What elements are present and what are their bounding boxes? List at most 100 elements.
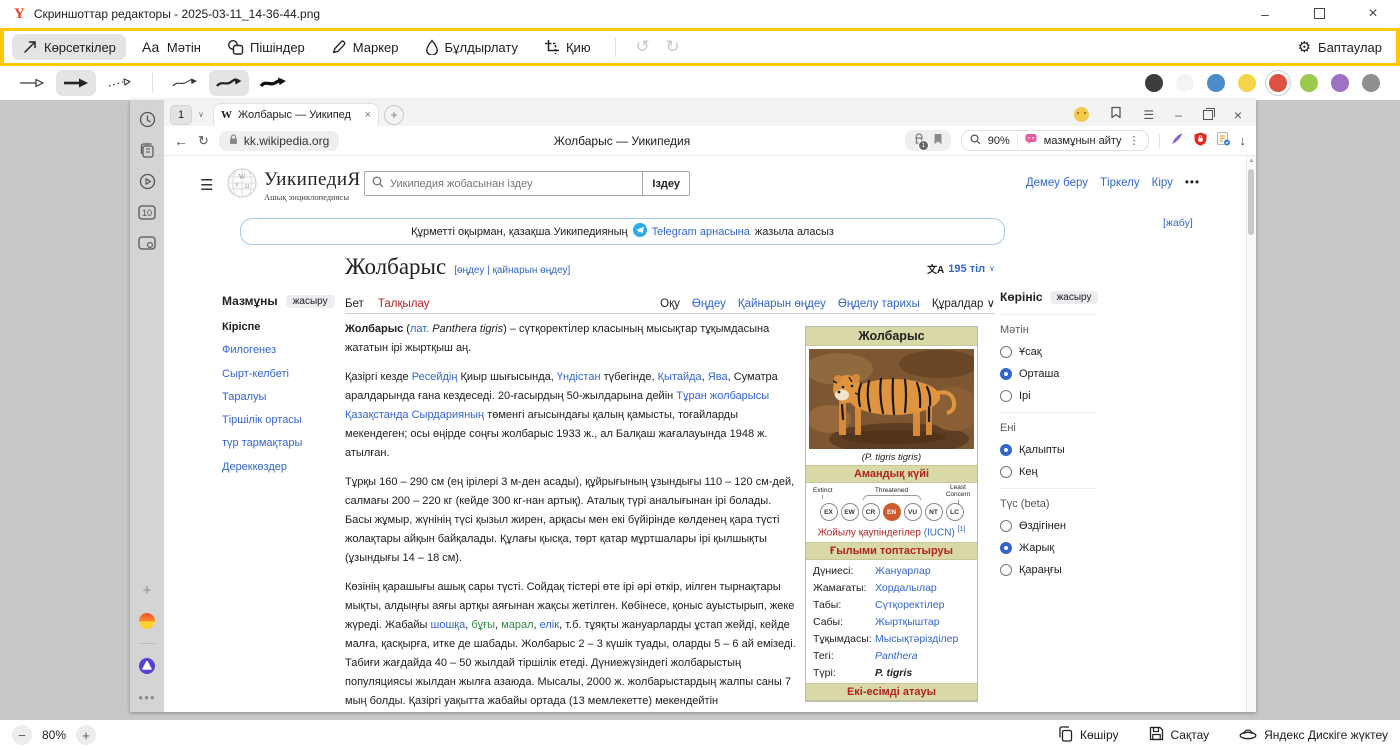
color-swatch-6[interactable] (1300, 74, 1318, 92)
arrow-style-sketch-thin[interactable] (165, 70, 205, 96)
editor-canvas[interactable]: 10 + ●●● 1 ∨ W Жолбарыс — Уикипед × (0, 100, 1400, 720)
browser-zoom-level: 90% (988, 135, 1010, 147)
status-ew: EW (841, 503, 859, 521)
radio-selected (1000, 368, 1012, 380)
notification-badge: 1 (918, 140, 929, 151)
zoom-out-button[interactable]: − (12, 725, 32, 745)
minimize-button[interactable]: – (1252, 6, 1278, 22)
taxonomy-label: Табы: (813, 599, 875, 611)
site-permissions-icon: 1 (913, 133, 925, 148)
color-swatch-4[interactable] (1238, 74, 1256, 92)
tool-crop-button[interactable]: Қию (534, 34, 601, 60)
browser-window-controls: ☰ – × (1074, 106, 1250, 124)
page-tools-pill: 90% мазмұнын айту ⋮ (961, 130, 1149, 151)
tool-label: Бұлдырлату (445, 40, 518, 55)
color-swatch-5[interactable] (1269, 74, 1287, 92)
color-swatch-1[interactable] (1145, 74, 1163, 92)
taxonomy-label: Тұқымдасы: (813, 633, 875, 645)
save-icon (1149, 726, 1164, 744)
article-title-block: Жолбарыс [өңдеу | қайнарын өңдеу] 文A 195… (345, 254, 995, 280)
protect-shield-icon (1194, 132, 1207, 149)
taxonomy-value: Жыртқыштар (875, 616, 970, 628)
zoom-in-button[interactable]: + (76, 725, 96, 745)
yandex-logo-icon: Y (14, 6, 25, 23)
copy-button[interactable]: Көшіру (1058, 726, 1119, 745)
browser-window: 1 ∨ W Жолбарыс — Уикипед × + ☰ – × (164, 100, 1256, 712)
tool-arrow-button[interactable]: Көрсеткілер (12, 34, 126, 60)
tool-shapes-button[interactable]: Пішіндер (217, 34, 315, 60)
screenshot-image[interactable]: 10 + ●●● 1 ∨ W Жолбарыс — Уикипед × (130, 100, 1256, 712)
appearance-panel: Көрініс жасыру МәтінҰсақОрташаІріЕніҚалы… (1000, 290, 1096, 586)
text-icon: Аа (142, 40, 161, 55)
appearance-option: Өздігінен (1000, 520, 1096, 532)
register-link: Тіркелу (1100, 177, 1140, 189)
browser-menu-icon: ☰ (1143, 108, 1154, 122)
appearance-section-label: Мәтін (1000, 314, 1096, 336)
color-swatch-2[interactable] (1176, 74, 1194, 92)
telegram-icon (633, 223, 647, 240)
disk-button[interactable]: Яндекс Дискіге жүктеу (1239, 726, 1388, 744)
zoom-search-icon (970, 134, 981, 148)
toc-item: Кіріспе (222, 320, 340, 334)
browser-restore-icon (1203, 110, 1213, 120)
undo-button[interactable]: ↺ (630, 37, 656, 57)
wikipedia-globe-logo: WУΩ (226, 166, 258, 205)
video-icon (138, 172, 156, 190)
settings-button[interactable]: ⚙ Баптаулар (1298, 38, 1388, 56)
new-tab-button: + (384, 105, 404, 125)
scroll-up-icon: ▲ (1247, 158, 1256, 164)
collections-icon (138, 141, 156, 159)
color-swatch-7[interactable] (1331, 74, 1349, 92)
toc-item: Дереккөздер (222, 460, 340, 474)
download-icon: ↓ (1240, 133, 1247, 148)
article-tabs-right: ОқуӨңдеуҚайнарын өңдеуӨңделу тарихыҚұрал… (660, 296, 995, 310)
tool-text-button[interactable]: АаМәтін (132, 34, 211, 60)
appearance-option: Ірі (1000, 390, 1096, 402)
arrow-style-sketch-bold[interactable] (253, 70, 293, 96)
tool-blur-button[interactable]: Бұлдырлату (415, 34, 528, 60)
article-paragraph: Жолбарыс (лат. Panthera tigris) – сүтқор… (345, 320, 801, 358)
toolbar-divider (152, 73, 153, 93)
article-tab-right-4: Құралдар ∨ (932, 296, 995, 310)
marker-icon (331, 39, 347, 55)
wiki-search-button: Іздеу (642, 172, 689, 195)
sketch-bold-arrow-icon (259, 76, 287, 90)
taxonomy-table: Дүниесі:ЖануарларЖамағаты:ХордалыларТабы… (806, 560, 977, 683)
editor-pen-icon (1170, 132, 1184, 149)
arrow-style-straight-bold[interactable] (56, 70, 96, 96)
tool-marker-button[interactable]: Маркер (321, 34, 409, 60)
article-body: Жолбарыс (лат. Panthera tigris) – сүтқор… (345, 320, 801, 712)
radio-unselected (1000, 466, 1012, 478)
status-nt: NT (925, 503, 943, 521)
tool-label: Пішіндер (250, 40, 305, 55)
kebab-icon: ⋮ (1129, 134, 1140, 147)
language-icon: 文A (927, 261, 944, 276)
arrow-style-sketch-medium[interactable] (209, 70, 249, 96)
table-of-contents: Мазмұны жасыру КіріспеФилогенезСырт-келб… (222, 294, 340, 483)
maximize-button[interactable] (1306, 6, 1332, 22)
wiki-user-links: Демеу беру Тіркелу Кіру ••• (1026, 177, 1200, 189)
article-tab-nav: БетТалқылау ОқуӨңдеуҚайнарын өңдеуӨңделу… (345, 292, 995, 314)
wikipedia-favicon: W (221, 109, 232, 121)
save-button[interactable]: Сақтау (1149, 726, 1210, 744)
action-label: Көшіру (1080, 728, 1119, 742)
login-link: Кіру (1152, 177, 1173, 189)
svg-text:10: 10 (142, 208, 152, 218)
close-button[interactable]: × (1360, 5, 1386, 23)
color-swatch-3[interactable] (1207, 74, 1225, 92)
article-tab-left-1: Талқылау (378, 298, 430, 310)
redo-button[interactable]: ↻ (660, 37, 686, 57)
color-swatch-8[interactable] (1362, 74, 1380, 92)
browser-sidebar: 10 + ●●● (130, 100, 164, 712)
editor-bottombar: − 80% + КөшіруСақтауЯндекс Дискіге жүкте… (0, 720, 1400, 750)
chevron-down-icon: ∨ (194, 110, 208, 119)
arrow-style-straight-thin[interactable] (12, 70, 52, 96)
tool-label: Маркер (353, 40, 399, 55)
taxonomy-row: Жамағаты:Хордалылар (806, 579, 977, 596)
window-title: Скриншоттар редакторы - 2025-03-11_14-36… (34, 7, 320, 21)
tab-title: Жолбарыс — Уикипед (238, 109, 359, 121)
arrow-style-dotted[interactable] (100, 70, 140, 96)
straight-bold-arrow-icon (63, 76, 89, 90)
taxonomy-value: Мысықтәрізділер (875, 633, 970, 645)
tool-label: Көрсеткілер (44, 40, 116, 55)
